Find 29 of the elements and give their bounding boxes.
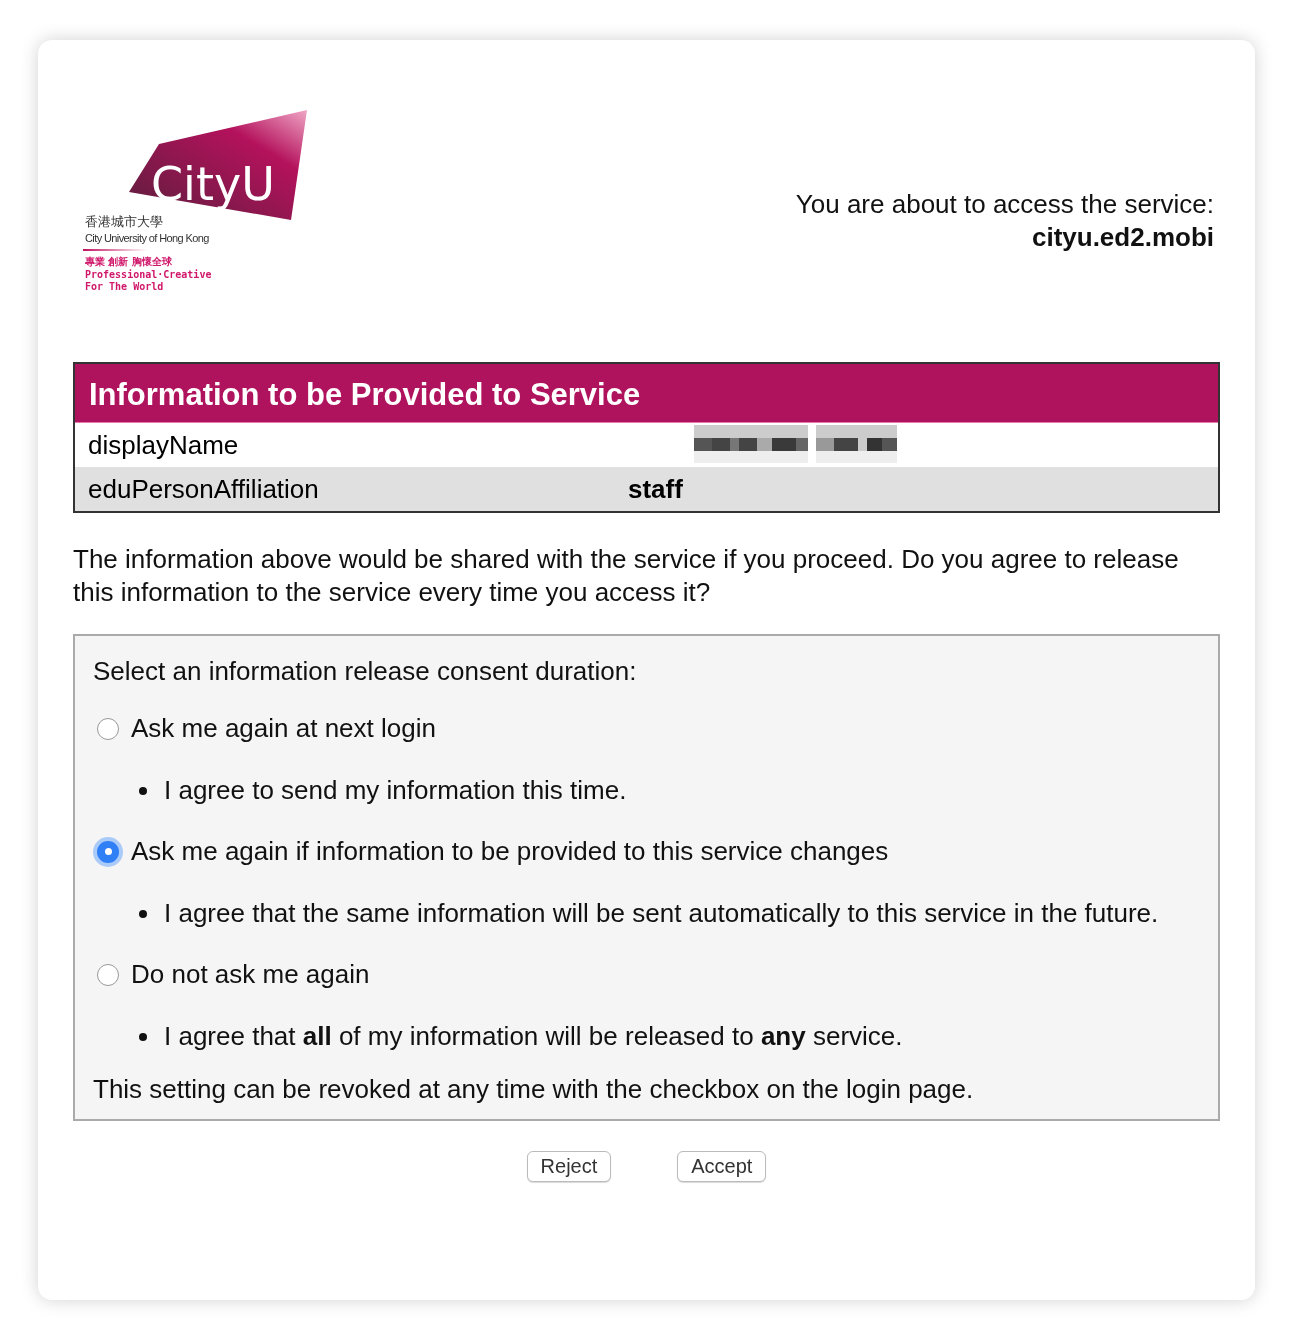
consent-prompt: Select an information release consent duration:	[93, 656, 638, 687]
logo-english-name: City University of Hong Kong	[85, 232, 209, 244]
reject-button[interactable]: Reject	[526, 1151, 612, 1182]
table-title: Information to be Provided to Service	[75, 364, 1218, 423]
option-label[interactable]: Ask me again if information to be provided to this service changes	[131, 836, 889, 867]
option-label[interactable]: Ask me again at next login	[131, 713, 436, 744]
option-label[interactable]: Do not ask me again	[131, 959, 370, 990]
logo-motto: For The World	[85, 281, 164, 292]
radio-button[interactable]	[97, 840, 119, 863]
option-description: I agree to send my information this time.	[164, 774, 627, 806]
bullet-icon	[139, 910, 147, 918]
notice-text: The information above would be shared with the service if you proceed. Do you agree to release this information to the service every time you access it?	[73, 543, 1180, 609]
logo-wordmark: CityU	[151, 157, 275, 211]
option-description: I agree that all of my information will be released to any service.	[164, 1020, 903, 1052]
radio-button[interactable]	[97, 717, 119, 740]
attribute-value: staff	[627, 473, 684, 505]
accept-button[interactable]: Accept	[677, 1151, 767, 1182]
bullet-icon	[139, 1033, 147, 1041]
radio-button[interactable]	[97, 963, 119, 986]
attribute-name: displayName	[88, 429, 240, 461]
option-description: I agree that the same information will be sent automatically to this service in the future.	[164, 897, 1159, 929]
service-name: cityu.ed2.mobi	[1031, 221, 1214, 254]
attribute-name: eduPersonAffiliation	[88, 473, 320, 505]
logo-motto: Professional·Creative	[85, 269, 212, 280]
bullet-icon	[139, 787, 147, 795]
footnote-text: This setting can be revoked at any time with the checkbox on the login page.	[93, 1074, 975, 1105]
service-intro: You are about to access the service:	[795, 188, 1214, 221]
logo-chinese-motto: 專業 創新 胸懷全球	[85, 256, 172, 267]
logo-chinese-name: 香港城市大學	[85, 214, 163, 229]
